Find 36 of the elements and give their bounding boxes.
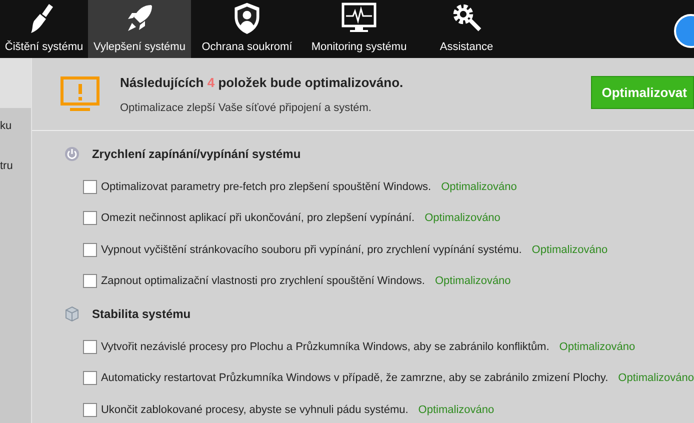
power-icon xyxy=(64,146,80,162)
sidebar-item[interactable]: ku xyxy=(0,106,31,146)
option-label: Omezit nečinnost aplikací při ukončování, pro zlepšení vypínání. xyxy=(100,212,415,224)
status-label: Optimalizováno xyxy=(618,372,694,384)
checkbox[interactable] xyxy=(82,242,97,257)
monitor-icon xyxy=(341,1,377,35)
sidebar-item[interactable]: tru xyxy=(0,146,31,186)
option-label: Vypnout vyčištění stránkovacího souboru při vypínání, pro zrychlení vypínání systému. xyxy=(100,244,522,256)
nav-tab[interactable]: Ochrana soukromí xyxy=(191,0,303,58)
checkbox[interactable] xyxy=(82,402,97,417)
status-label: Optimalizováno xyxy=(418,404,494,416)
optimization-subtitle: Optimalizace zlepší Vaše síťové připojení a systém. xyxy=(120,102,372,114)
checkbox[interactable] xyxy=(82,180,97,194)
nav-tab[interactable]: Vylepšení systému xyxy=(88,0,191,58)
section-title: Zrychlení zapínání/vypínání systému xyxy=(92,147,301,161)
section-title: Stabilita systému xyxy=(92,307,191,321)
option-label: Automaticky restartovat Průzkumníka Windows v případě, že zamrzne, aby se zabránilo zmizení Plochy. xyxy=(100,372,608,384)
status-label: Optimalizováno xyxy=(434,275,511,288)
option-label: Zapnout optimalizační vlastnosti pro zrychlení spouštění Windows. xyxy=(100,275,425,288)
status-label: Optimalizováno xyxy=(559,340,636,353)
status-label: Optimalizováno xyxy=(424,212,500,224)
checkbox[interactable] xyxy=(82,340,97,354)
status-label: Optimalizováno xyxy=(532,244,608,256)
nav-tab[interactable]: Monitoring systému xyxy=(303,0,415,58)
checkbox[interactable] xyxy=(82,211,97,226)
cube-icon xyxy=(64,306,80,322)
option-label: Ukončit zablokované procesy, abyste se vyhnuli pádu systému. xyxy=(100,404,408,416)
checkbox[interactable] xyxy=(82,371,97,386)
option-label: Vytvořit nezávislé procesy pro Plochu a Průzkumníka Windows, aby se zabránilo konfliktům. xyxy=(100,340,550,353)
optimization-title: Následujících 4 položek bude optimalizováno. xyxy=(120,74,404,90)
nav-tab[interactable]: Čištění systému xyxy=(0,0,88,58)
option-label: Optimalizovat parametry pre-fetch pro zlepšení spouštění Windows. xyxy=(100,180,432,193)
checkbox[interactable] xyxy=(82,274,97,288)
nav-tab[interactable]: Assistance xyxy=(415,0,518,58)
monitor-warning-icon xyxy=(60,76,100,112)
status-label: Optimalizováno xyxy=(441,180,517,193)
